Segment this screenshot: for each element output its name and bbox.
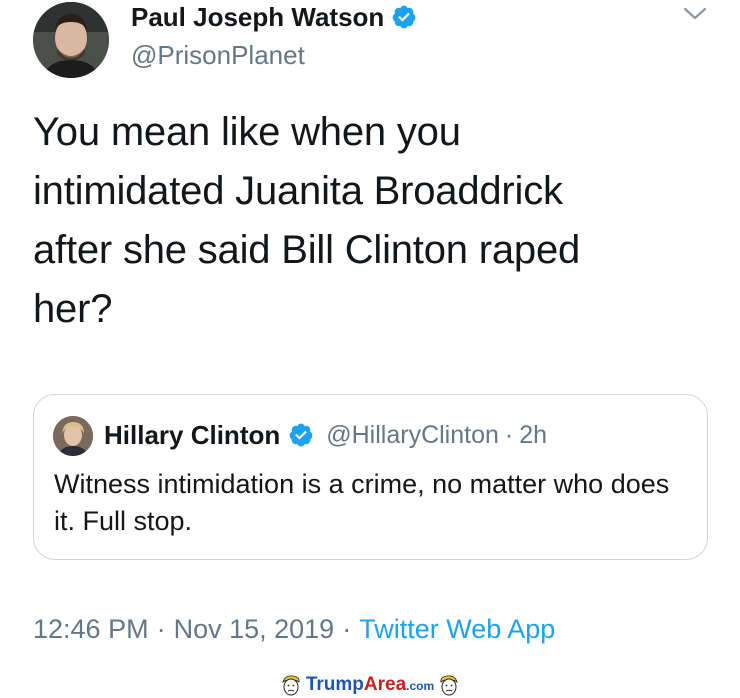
quoted-separator: · [504,420,514,449]
quoted-author-avatar[interactable] [53,416,93,456]
watermark-logo: TrumpArea.com [279,673,461,697]
quoted-handle[interactable]: @HillaryClinton [326,421,499,450]
meta-separator: · [342,614,352,644]
quoted-avatar-image [53,416,93,456]
quoted-timestamp[interactable]: 2h [519,421,547,450]
watermark-trump: Trump [305,674,364,695]
verified-icon [391,4,417,30]
quoted-header: Hillary Clinton @HillaryClinton · 2h [104,419,547,451]
author-name-row: Paul Joseph Watson [131,2,417,32]
tweet-date[interactable]: Nov 15, 2019 [174,614,335,644]
author-display-name[interactable]: Paul Joseph Watson [131,2,384,33]
quoted-text: Witness intimidation is a crime, no matt… [54,469,670,536]
quoted-tweet[interactable]: Hillary Clinton @HillaryClinton · 2h Wit… [33,394,708,560]
watermark-text: TrumpArea.com [306,674,434,696]
caricature-face-icon [279,673,303,697]
author-avatar[interactable] [33,2,109,78]
tweet-source-link[interactable]: Twitter Web App [359,614,555,644]
author-avatar-image [33,2,109,78]
tweet-card: Paul Joseph Watson @PrisonPlanet You mea… [0,0,740,672]
tweet-time[interactable]: 12:46 PM [33,614,149,644]
meta-separator: · [156,614,166,644]
caricature-face-icon [437,673,461,697]
tweet-text: You mean like when you intimidated Juani… [33,110,581,331]
watermark-com: .com [406,679,435,693]
chevron-down-icon[interactable] [682,4,708,24]
tweet-meta: 12:46 PM · Nov 15, 2019 · Twitter Web App [33,614,555,645]
verified-icon [288,422,314,448]
quoted-display-name[interactable]: Hillary Clinton [104,420,280,451]
author-handle[interactable]: @PrisonPlanet [131,40,305,71]
site-watermark: TrumpArea.com [0,672,740,698]
watermark-area: Area [363,674,407,695]
